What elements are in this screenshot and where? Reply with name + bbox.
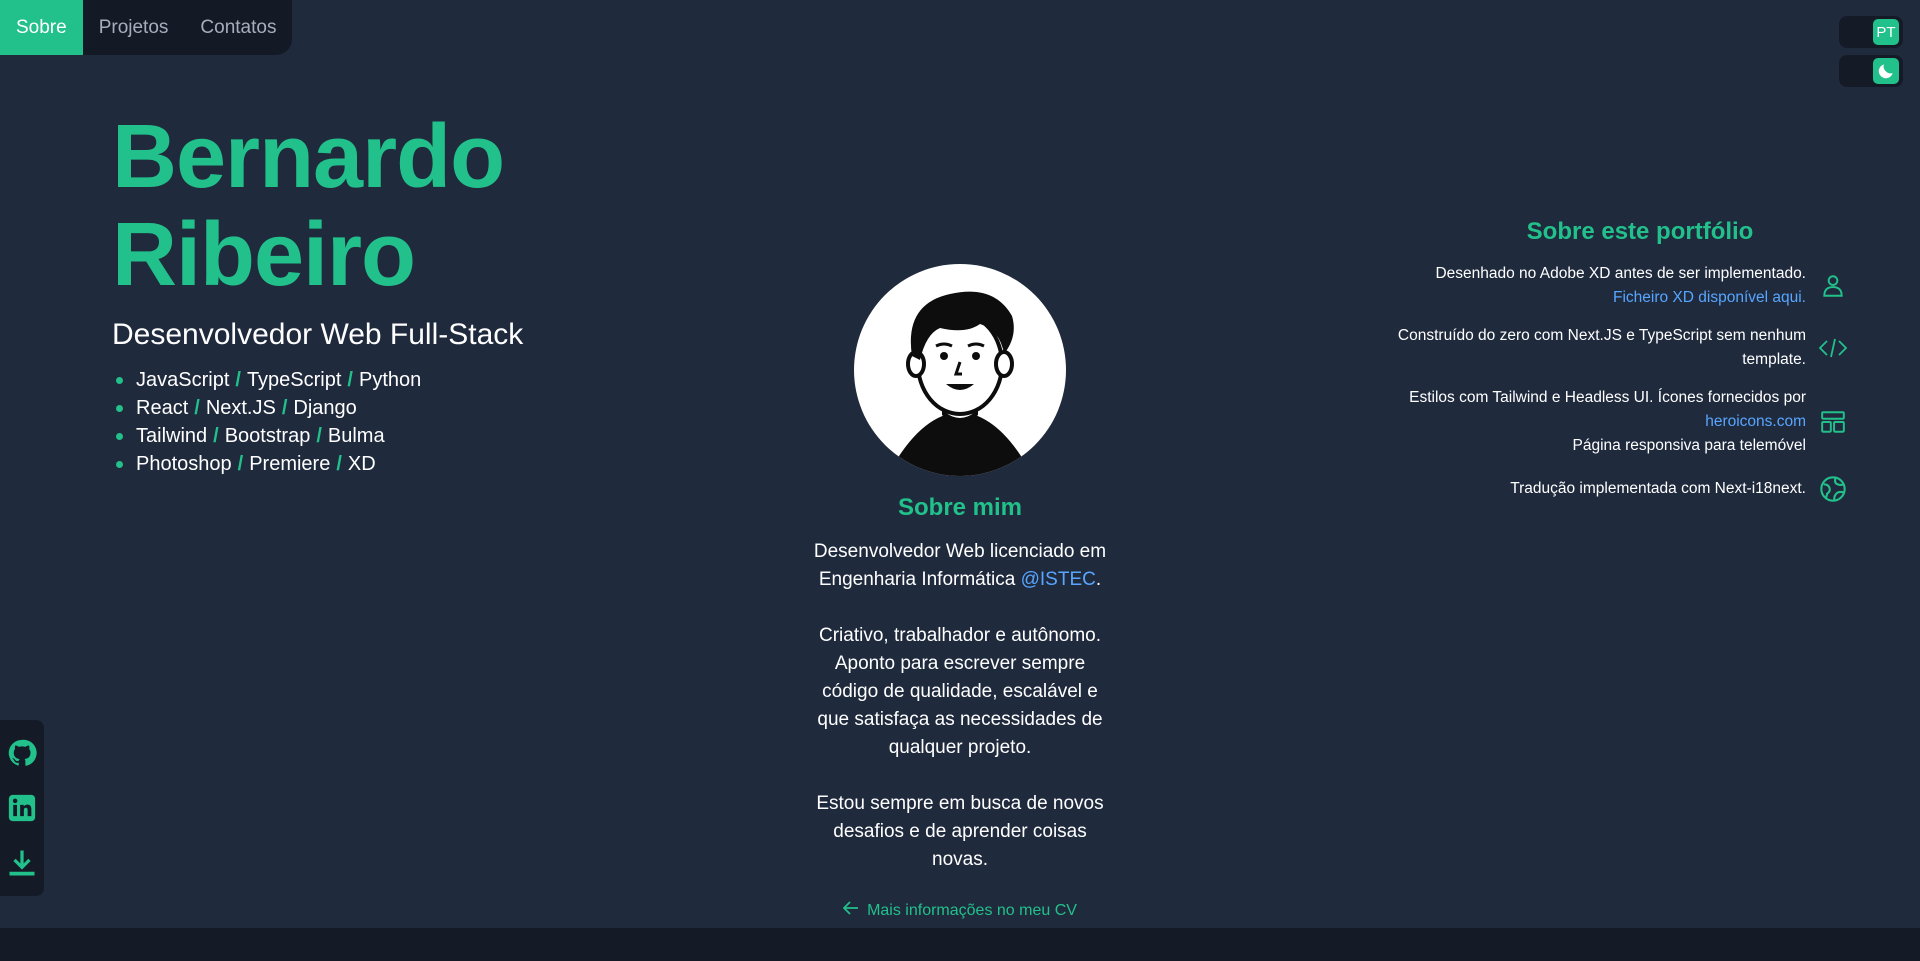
xd-file-link[interactable]: Ficheiro XD disponível aqui. bbox=[1435, 286, 1806, 310]
feature-translation-text: Tradução implementada com Next-i18next. bbox=[1510, 480, 1806, 497]
skills-item: Photoshop / Premiere / XD bbox=[115, 450, 523, 478]
istec-link[interactable]: @ISTEC bbox=[1021, 569, 1096, 590]
feature-design-text: Desenhado no Adobe XD antes de ser imple… bbox=[1435, 262, 1806, 310]
feature-styles: Estilos com Tailwind e Headless UI. Ícon… bbox=[1370, 386, 1850, 458]
arrow-left-icon bbox=[842, 901, 859, 920]
linkedin-icon[interactable] bbox=[6, 792, 38, 824]
avatar bbox=[854, 264, 1066, 476]
hero-name: Bernardo Ribeiro bbox=[112, 108, 523, 304]
cv-link[interactable]: Mais informações no meu CV bbox=[842, 901, 1077, 920]
hero-first-name: Bernardo bbox=[112, 107, 505, 207]
about-paragraph-2: Criativo, trabalhador e autônomo. Aponto… bbox=[817, 625, 1103, 758]
nav-item-contatos[interactable]: Contatos bbox=[184, 0, 292, 55]
feature-build-text: Construído do zero com Next.JS e TypeScr… bbox=[1397, 327, 1806, 368]
social-sidebar bbox=[0, 720, 44, 896]
feature-translation: Tradução implementada com Next-i18next. bbox=[1370, 472, 1850, 506]
skills-item: Tailwind / Bootstrap / Bulma bbox=[115, 422, 523, 450]
hero-section: Bernardo Ribeiro Desenvolvedor Web Full-… bbox=[112, 108, 523, 478]
heroicons-link[interactable]: heroicons.com bbox=[1409, 410, 1806, 434]
footer-band bbox=[0, 928, 1920, 961]
language-knob: PT bbox=[1873, 19, 1899, 45]
skills-item: JavaScript / TypeScript / Python bbox=[115, 366, 523, 394]
globe-icon bbox=[1816, 472, 1850, 506]
moon-icon bbox=[1873, 58, 1899, 84]
about-title: Sobre mim bbox=[897, 494, 1023, 521]
layout-icon bbox=[1816, 405, 1850, 439]
about-paragraph-3: Estou sempre em busca de novos desafios … bbox=[816, 793, 1104, 870]
feature-design: Desenhado no Adobe XD antes de ser imple… bbox=[1370, 262, 1850, 310]
about-paragraph-1: Desenvolvedor Web licenciado em Engenhar… bbox=[813, 541, 1107, 590]
theme-toggle[interactable] bbox=[1839, 55, 1903, 87]
code-icon bbox=[1816, 331, 1850, 365]
portfolio-section: Sobre este portfólio Desenhado no Adobe … bbox=[1370, 218, 1850, 506]
skills-item: React / Next.JS / Django bbox=[115, 394, 523, 422]
feature-build: Construído do zero com Next.JS e TypeScr… bbox=[1370, 324, 1850, 372]
portfolio-title: Sobre este portfólio bbox=[1526, 218, 1754, 245]
language-toggle[interactable]: PT bbox=[1839, 16, 1903, 48]
skills-list: JavaScript / TypeScript / Python React / Next.… bbox=[112, 366, 523, 478]
download-icon[interactable] bbox=[6, 847, 38, 879]
cv-link-label: Mais informações no meu CV bbox=[867, 901, 1077, 919]
about-text: Desenvolvedor Web licenciado em Engenhar… bbox=[760, 538, 1160, 874]
feature-styles-text: Estilos com Tailwind e Headless UI. Ícon… bbox=[1409, 389, 1806, 454]
user-icon bbox=[1816, 269, 1850, 303]
nav-item-sobre[interactable]: Sobre bbox=[0, 0, 83, 55]
hero-last-name: Ribeiro bbox=[112, 205, 416, 305]
github-icon[interactable] bbox=[6, 737, 38, 769]
hero-role: Desenvolvedor Web Full-Stack bbox=[112, 318, 524, 351]
nav-item-projetos[interactable]: Projetos bbox=[83, 0, 185, 55]
top-nav: Sobre Projetos Contatos bbox=[0, 0, 293, 55]
about-section: Sobre mim Desenvolvedor Web licenciado e… bbox=[760, 264, 1160, 920]
